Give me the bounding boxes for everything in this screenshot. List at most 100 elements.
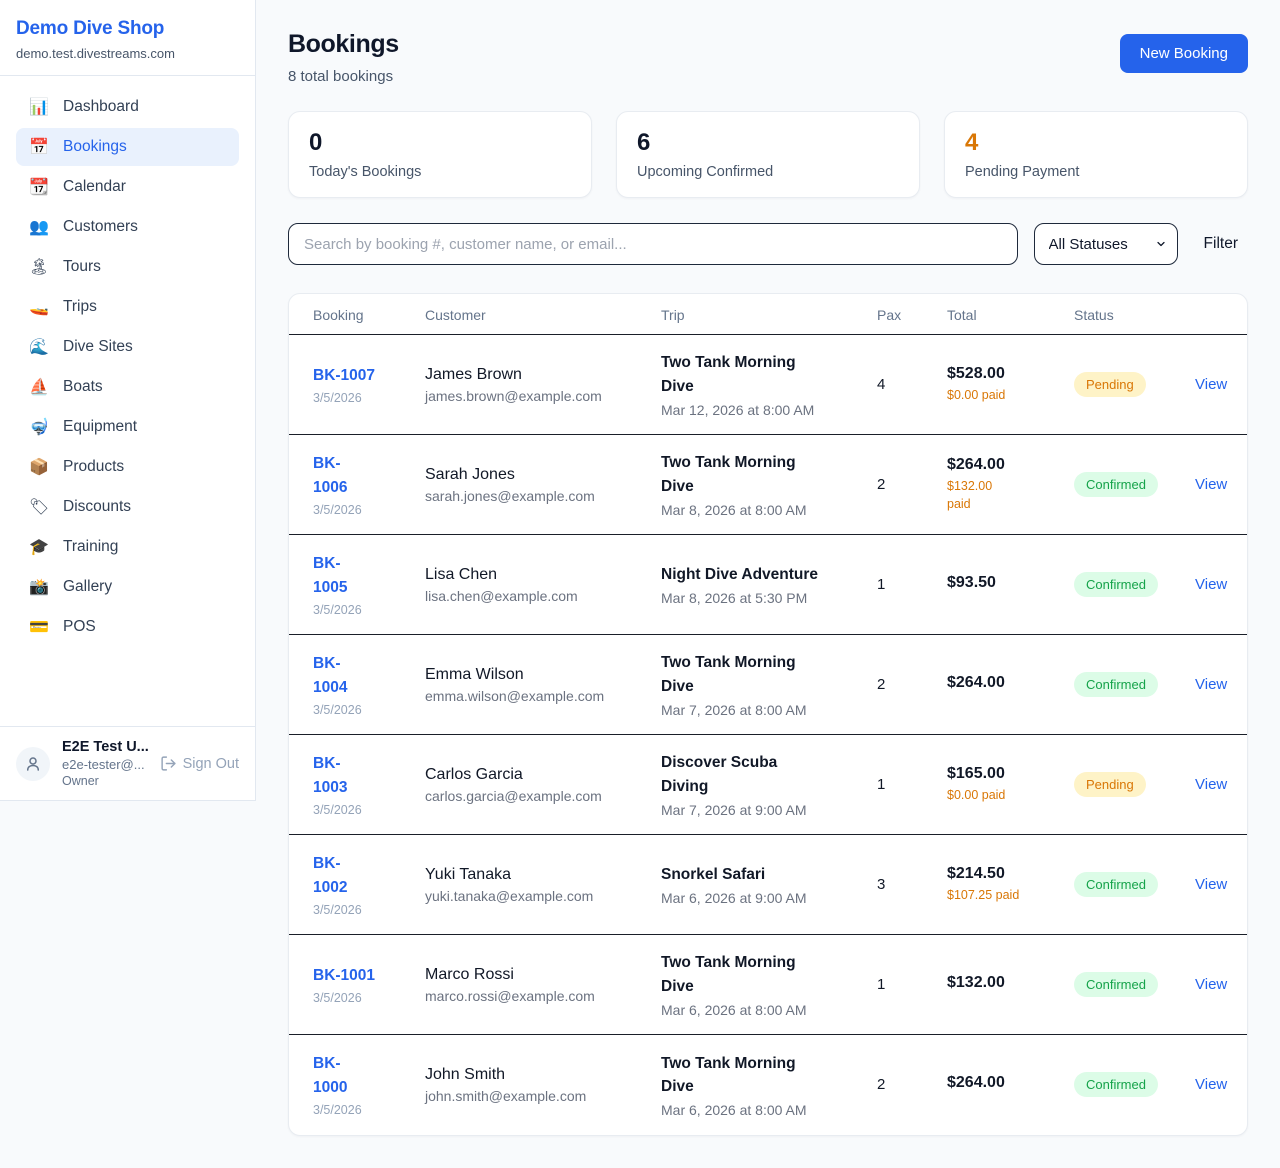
booking-id-link[interactable]: BK-1007 xyxy=(313,364,375,388)
view-link[interactable]: View xyxy=(1195,876,1227,893)
sidebar-item[interactable]: 🚤 Trips xyxy=(16,288,239,326)
customer-cell: John Smith john.smith@example.com xyxy=(401,1035,637,1135)
sidebar-item[interactable]: 👥 Customers xyxy=(16,208,239,246)
sidebar-item-label: Gallery xyxy=(63,578,112,596)
nav-icon: 📅 xyxy=(28,137,50,157)
sign-out-button[interactable]: Sign Out xyxy=(160,755,239,772)
pax-cell: 1 xyxy=(853,535,923,635)
trip-cell: Two Tank Morning Dive Mar 7, 2026 at 8:0… xyxy=(637,635,853,735)
booking-id-link[interactable]: BK- 1000 xyxy=(313,1052,347,1100)
sign-out-label: Sign Out xyxy=(183,756,239,772)
trip-name: Two Tank Morning Dive xyxy=(661,451,845,498)
filter-button[interactable]: Filter xyxy=(1204,235,1238,253)
pax-cell: 2 xyxy=(853,1035,923,1135)
sidebar-item-label: Calendar xyxy=(63,178,126,196)
nav-icon: 📆 xyxy=(28,177,50,197)
pax-value: 4 xyxy=(877,376,885,393)
new-booking-button[interactable]: New Booking xyxy=(1120,34,1248,73)
booking-cell: BK- 1003 3/5/2026 xyxy=(289,735,401,835)
search-input[interactable] xyxy=(288,223,1018,265)
sidebar-item[interactable]: 💳 POS xyxy=(16,608,239,646)
customer-email: marco.rossi@example.com xyxy=(425,988,629,1004)
view-link[interactable]: View xyxy=(1195,776,1227,793)
nav-icon: 📦 xyxy=(28,457,50,477)
status-badge: Confirmed xyxy=(1074,972,1158,997)
booking-date: 3/5/2026 xyxy=(313,391,393,405)
sidebar-item[interactable]: 🏷 Discounts xyxy=(16,488,239,526)
status-cell: Confirmed xyxy=(1050,435,1171,535)
action-cell: View xyxy=(1171,1035,1247,1135)
status-cell: Confirmed xyxy=(1050,535,1171,635)
action-cell: View xyxy=(1171,735,1247,835)
paid-amount: $107.25 paid xyxy=(947,887,1042,905)
status-badge: Pending xyxy=(1074,772,1146,797)
view-link[interactable]: View xyxy=(1195,376,1227,393)
pax-value: 2 xyxy=(877,476,885,493)
action-cell: View xyxy=(1171,635,1247,735)
sidebar-item[interactable]: 📊 Dashboard xyxy=(16,88,239,126)
table-row: BK-1007 3/5/2026 James Brown james.brown… xyxy=(289,335,1247,435)
action-cell: View xyxy=(1171,535,1247,635)
view-link[interactable]: View xyxy=(1195,976,1227,993)
paid-amount: $0.00 paid xyxy=(947,387,1042,405)
col-pax: Pax xyxy=(853,294,923,335)
sidebar-item[interactable]: 🤿 Equipment xyxy=(16,408,239,446)
booking-id-link[interactable]: BK- 1003 xyxy=(313,752,347,800)
customer-email: lisa.chen@example.com xyxy=(425,588,629,604)
trip-datetime: Mar 6, 2026 at 8:00 AM xyxy=(661,1102,845,1118)
customer-email: james.brown@example.com xyxy=(425,388,629,404)
sidebar-item-label: Products xyxy=(63,458,124,476)
nav-icon: 🏝 xyxy=(28,257,50,277)
trip-name: Discover Scuba Diving xyxy=(661,751,845,798)
sidebar-item[interactable]: 🏝 Tours xyxy=(16,248,239,286)
sidebar-nav: 📊 Dashboard 📅 Bookings 📆 Calendar 👥 Cust… xyxy=(0,76,255,726)
booking-id-link[interactable]: BK- 1005 xyxy=(313,552,347,600)
sidebar-item[interactable]: 📸 Gallery xyxy=(16,568,239,606)
view-link[interactable]: View xyxy=(1195,1076,1227,1093)
booking-cell: BK-1007 3/5/2026 xyxy=(289,335,401,435)
booking-id-link[interactable]: BK- 1006 xyxy=(313,452,347,500)
status-select-wrap: All Statuses xyxy=(1034,223,1178,265)
trip-cell: Night Dive Adventure Mar 8, 2026 at 5:30… xyxy=(637,535,853,635)
sidebar-item[interactable]: 📆 Calendar xyxy=(16,168,239,206)
table-row: BK- 1004 3/5/2026 Emma Wilson emma.wilso… xyxy=(289,635,1247,735)
table-row: BK- 1005 3/5/2026 Lisa Chen lisa.chen@ex… xyxy=(289,535,1247,635)
trip-datetime: Mar 6, 2026 at 8:00 AM xyxy=(661,1002,845,1018)
customer-email: yuki.tanaka@example.com xyxy=(425,888,629,904)
bookings-table-card: Booking Customer Trip Pax Total Status B… xyxy=(288,293,1248,1136)
total-cell: $264.00 xyxy=(923,635,1050,735)
booking-id-link[interactable]: BK-1001 xyxy=(313,964,375,988)
trip-name: Snorkel Safari xyxy=(661,863,845,886)
booking-cell: BK- 1005 3/5/2026 xyxy=(289,535,401,635)
booking-id-link[interactable]: BK- 1002 xyxy=(313,852,347,900)
view-link[interactable]: View xyxy=(1195,576,1227,593)
status-select[interactable]: All Statuses xyxy=(1034,223,1178,265)
view-link[interactable]: View xyxy=(1195,676,1227,693)
booking-cell: BK-1001 3/5/2026 xyxy=(289,935,401,1035)
booking-id-link[interactable]: BK- 1004 xyxy=(313,652,347,700)
shop-name: Demo Dive Shop xyxy=(16,18,239,40)
sidebar-item[interactable]: 📦 Products xyxy=(16,448,239,486)
nav-icon: 👥 xyxy=(28,217,50,237)
customer-cell: Marco Rossi marco.rossi@example.com xyxy=(401,935,637,1035)
trip-datetime: Mar 12, 2026 at 8:00 AM xyxy=(661,402,845,418)
stat-card: 6 Upcoming Confirmed xyxy=(616,111,920,198)
user-name: E2E Test U... xyxy=(62,739,148,755)
table-row: BK- 1006 3/5/2026 Sarah Jones sarah.jone… xyxy=(289,435,1247,535)
booking-date: 3/5/2026 xyxy=(313,803,393,817)
nav-icon: 🎓 xyxy=(28,537,50,557)
sidebar-item-label: Customers xyxy=(63,218,138,236)
sidebar-item[interactable]: 🌊 Dive Sites xyxy=(16,328,239,366)
sidebar-item[interactable]: ⛵ Boats xyxy=(16,368,239,406)
sidebar-item-label: Bookings xyxy=(63,138,127,156)
sidebar-item[interactable]: 🎓 Training xyxy=(16,528,239,566)
status-cell: Pending xyxy=(1050,335,1171,435)
customer-cell: Sarah Jones sarah.jones@example.com xyxy=(401,435,637,535)
trip-cell: Two Tank Morning Dive Mar 6, 2026 at 8:0… xyxy=(637,1035,853,1135)
sidebar: Demo Dive Shop demo.test.divestreams.com… xyxy=(0,0,256,801)
sidebar-item[interactable]: 📅 Bookings xyxy=(16,128,239,166)
trip-name: Two Tank Morning Dive xyxy=(661,1052,845,1099)
view-link[interactable]: View xyxy=(1195,476,1227,493)
customer-name: James Brown xyxy=(425,366,629,384)
trip-cell: Two Tank Morning Dive Mar 8, 2026 at 8:0… xyxy=(637,435,853,535)
